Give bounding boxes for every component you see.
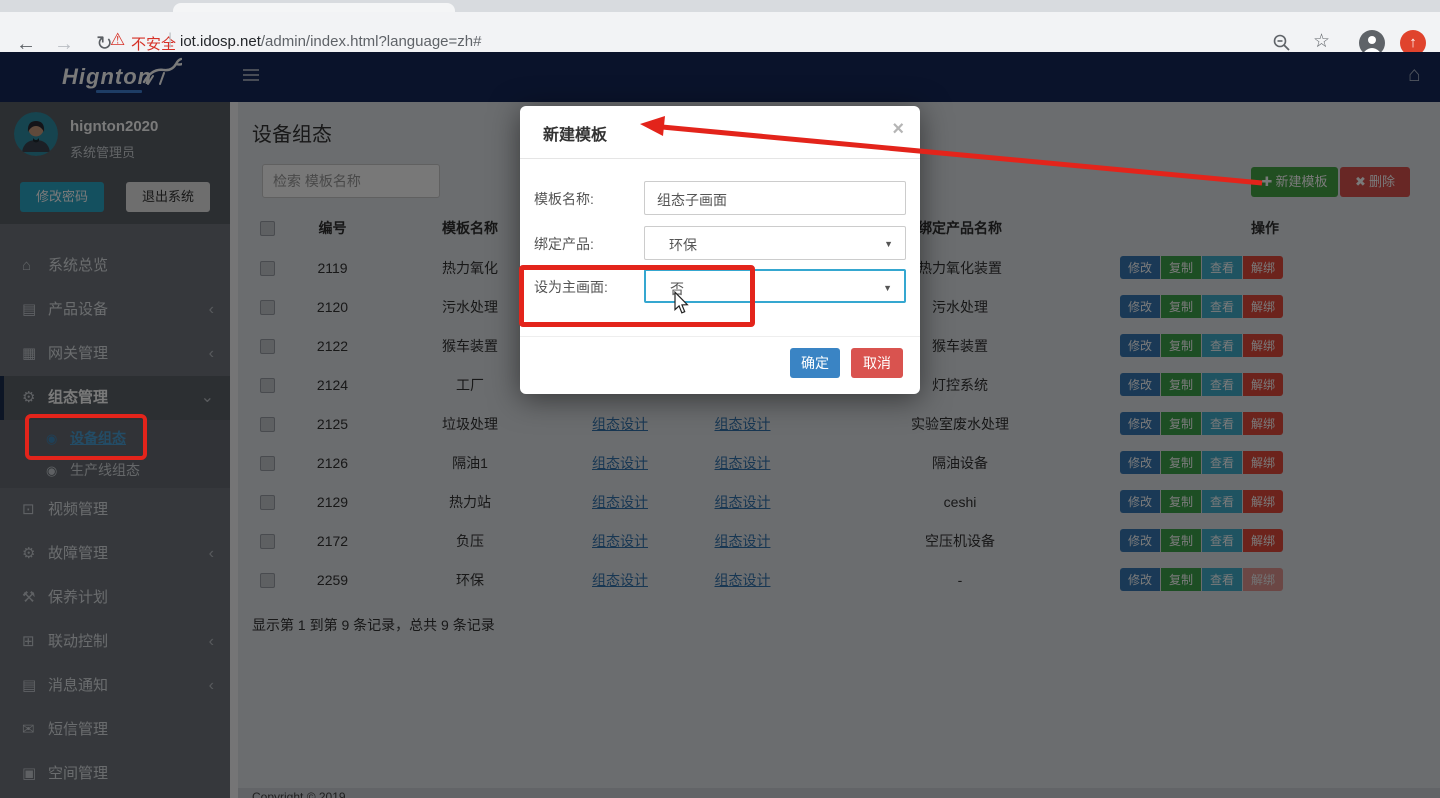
mouse-cursor bbox=[670, 291, 692, 320]
modal-title: 新建模板 bbox=[543, 121, 607, 145]
template-name-value: 组态子画面 bbox=[657, 190, 727, 210]
template-name-input[interactable]: 组态子画面 bbox=[644, 181, 906, 215]
bind-product-label: 绑定产品: bbox=[534, 234, 594, 254]
chevron-down-icon: ▼ bbox=[883, 283, 892, 293]
browser-tab[interactable] bbox=[173, 3, 455, 12]
browser-toolbar: ← → ↻ ⚠ 不安全 | iot.idosp.net/admin/index.… bbox=[0, 12, 1440, 53]
template-name-label: 模板名称: bbox=[534, 189, 594, 209]
bind-product-value: 环保 bbox=[669, 235, 697, 255]
browser-tabstrip bbox=[0, 0, 1440, 12]
chevron-down-icon: ▼ bbox=[884, 239, 893, 249]
new-template-modal: 新建模板 × 模板名称: 组态子画面 绑定产品: 环保▼ 设为主画面: 否▼ 确… bbox=[520, 106, 920, 394]
url-domain: iot.idosp.net bbox=[180, 33, 261, 50]
url-path: /admin/index.html?language=zh# bbox=[261, 33, 482, 50]
modal-footer: 确定 取消 bbox=[520, 336, 920, 395]
annotation-box-modal bbox=[519, 265, 755, 327]
ok-button[interactable]: 确定 bbox=[790, 348, 840, 378]
address-bar[interactable]: iot.idosp.net/admin/index.html?language=… bbox=[180, 33, 481, 50]
bookmark-star-icon[interactable]: ☆ bbox=[1313, 30, 1330, 53]
annotation-box-sidebar bbox=[25, 414, 147, 460]
close-icon[interactable]: × bbox=[892, 118, 904, 141]
bind-product-select[interactable]: 环保 ▼ bbox=[644, 226, 906, 260]
security-warning-icon[interactable]: ⚠ bbox=[110, 30, 125, 50]
template-name-row: 模板名称: 组态子画面 bbox=[520, 181, 920, 215]
cancel-button[interactable]: 取消 bbox=[851, 348, 903, 378]
url-separator: | bbox=[168, 31, 172, 49]
bind-product-row: 绑定产品: 环保 ▼ bbox=[520, 226, 920, 260]
modal-header: 新建模板 × bbox=[520, 106, 920, 159]
